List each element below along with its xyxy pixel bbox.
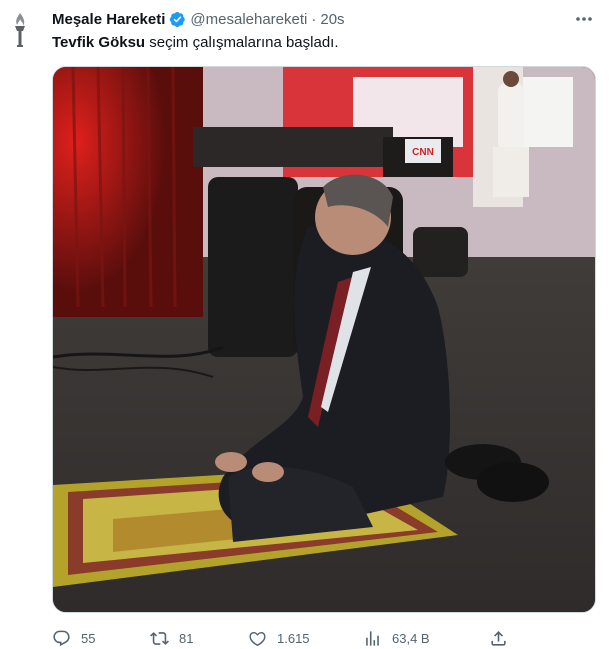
reply-button[interactable]: 55 bbox=[52, 627, 95, 649]
channel-logo-text: CNN bbox=[412, 147, 434, 158]
share-icon bbox=[491, 630, 506, 646]
verified-badge-icon bbox=[170, 11, 186, 27]
tweet-photo[interactable]: CNN bbox=[52, 66, 596, 613]
tweet-text: Tevfik Göksu seçim çalışmalarına başladı… bbox=[52, 33, 595, 53]
tweet-action-bar: 55 81 1.615 63,4 B bbox=[52, 627, 596, 649]
views-chart-icon bbox=[366, 630, 379, 646]
reply-count: 55 bbox=[81, 630, 96, 646]
tweet-header: Meşale Hareketi @mesalehareketi · 20s bbox=[52, 9, 595, 29]
tweet-text-bold: Tevfik Göksu bbox=[52, 34, 146, 51]
author-handle[interactable]: @mesalehareketi bbox=[190, 11, 307, 28]
photo-scene: CNN bbox=[53, 67, 595, 612]
author-name[interactable]: Meşale Hareketi bbox=[52, 11, 165, 28]
like-button[interactable]: 1.615 bbox=[248, 627, 310, 649]
like-count: 1.615 bbox=[277, 630, 310, 646]
separator-dot: · bbox=[311, 10, 317, 28]
share-button[interactable] bbox=[489, 627, 518, 649]
views-count: 63,4 B bbox=[392, 630, 430, 646]
tweet-text-rest: seçim çalışmalarına başladı. bbox=[145, 34, 339, 51]
retweet-icon bbox=[150, 631, 169, 645]
avatar[interactable] bbox=[8, 10, 32, 50]
tweet-timestamp[interactable]: 20s bbox=[320, 11, 344, 28]
more-options-button[interactable] bbox=[573, 8, 595, 30]
views-button[interactable]: 63,4 B bbox=[363, 627, 430, 649]
like-heart-icon bbox=[249, 631, 266, 646]
retweet-count: 81 bbox=[179, 630, 194, 646]
retweet-button[interactable]: 81 bbox=[150, 627, 193, 649]
more-options-icon bbox=[576, 17, 592, 21]
reply-icon bbox=[53, 630, 70, 646]
torch-logo-icon bbox=[15, 13, 25, 47]
